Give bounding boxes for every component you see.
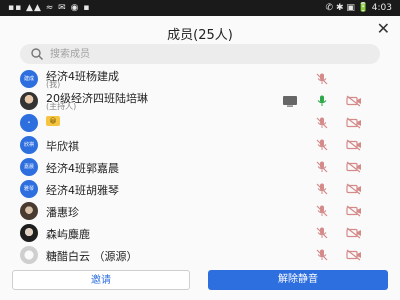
member-row[interactable]: 糖醋白云 （源源）: [0, 244, 400, 266]
member-emoji: 😀: [46, 116, 60, 126]
microphone-muted-icon[interactable]: [314, 161, 330, 173]
status-bar-right: ✆ ✱ ▣ 🔋 4:03: [325, 3, 392, 13]
avatar: [20, 246, 38, 264]
avatar: [20, 224, 38, 242]
screen-share-icon: [283, 96, 297, 107]
member-row[interactable]: 嘉晨 经济4班郭嘉晨: [0, 156, 400, 178]
member-name: 潘惠珍: [46, 206, 79, 219]
members-panel: 成员(25人) ✕ 建成经济4班杨建成(我)20级经济四班陆培琳(主持人)•😀欣…: [0, 16, 400, 300]
avatar: •: [20, 114, 38, 132]
member-name: 毕欣祺: [46, 140, 79, 153]
member-name: 经济4班郭嘉晨: [46, 162, 119, 175]
camera-off-icon[interactable]: [346, 205, 362, 217]
member-row[interactable]: 20级经济四班陆培琳 (主持人): [0, 90, 400, 112]
microphone-muted-icon[interactable]: [314, 73, 330, 85]
camera-off-icon[interactable]: [346, 117, 362, 129]
camera-off-icon[interactable]: [346, 139, 362, 151]
member-role: (我): [46, 80, 61, 89]
avatar: 建成: [20, 70, 38, 88]
microphone-muted-icon[interactable]: [314, 139, 330, 151]
avatar: 嘉晨: [20, 158, 38, 176]
avatar: [20, 202, 38, 220]
panel-header: 成员(25人) ✕: [0, 16, 400, 44]
avatar: 雅琴: [20, 180, 38, 198]
microphone-muted-icon[interactable]: [314, 227, 330, 239]
status-bar-left: ▪▪ ▲▲ ≈ ✉ ◉ ▪: [8, 3, 91, 13]
member-name: 糖醋白云 （源源）: [46, 250, 138, 263]
member-role: (主持人): [46, 102, 77, 111]
camera-off-icon[interactable]: [346, 183, 362, 195]
microphone-muted-icon[interactable]: [314, 183, 330, 195]
member-list: 建成 经济4班杨建成 (我) 20级经济四班陆培琳 (主持人) • 😀 欣祺 毕欣祺 嘉晨 经济4班…: [0, 68, 400, 288]
microphone-icon[interactable]: [314, 95, 330, 107]
microphone-muted-icon[interactable]: [314, 117, 330, 129]
unmute-all-button[interactable]: 解除静音: [208, 270, 388, 290]
member-row[interactable]: 欣祺 毕欣祺: [0, 134, 400, 156]
microphone-muted-icon[interactable]: [314, 205, 330, 217]
microphone-muted-icon[interactable]: [314, 249, 330, 261]
search-icon: [31, 48, 43, 60]
camera-off-icon[interactable]: [346, 227, 362, 239]
footer-bar: 邀请 解除静音: [0, 268, 400, 300]
search-bar[interactable]: [20, 44, 380, 64]
page-title: 成员(25人): [167, 28, 233, 43]
avatar: [20, 92, 38, 110]
member-row[interactable]: • 😀: [0, 112, 400, 134]
search-input[interactable]: [50, 46, 350, 62]
member-name: 经济4班胡雅琴: [46, 184, 119, 197]
member-row[interactable]: 潘惠珍: [0, 200, 400, 222]
avatar: 欣祺: [20, 136, 38, 154]
member-row[interactable]: 雅琴 经济4班胡雅琴: [0, 178, 400, 200]
member-row[interactable]: 森屿麋鹿: [0, 222, 400, 244]
invite-button[interactable]: 邀请: [12, 270, 190, 290]
member-name: 森屿麋鹿: [46, 228, 90, 241]
status-bar: ▪▪ ▲▲ ≈ ✉ ◉ ▪ ✆ ✱ ▣ 🔋 4:03: [0, 0, 400, 16]
camera-off-icon[interactable]: [346, 249, 362, 261]
member-row[interactable]: 建成 经济4班杨建成 (我): [0, 68, 400, 90]
camera-off-icon[interactable]: [346, 95, 362, 107]
close-icon[interactable]: ✕: [377, 21, 390, 37]
camera-off-icon[interactable]: [346, 161, 362, 173]
